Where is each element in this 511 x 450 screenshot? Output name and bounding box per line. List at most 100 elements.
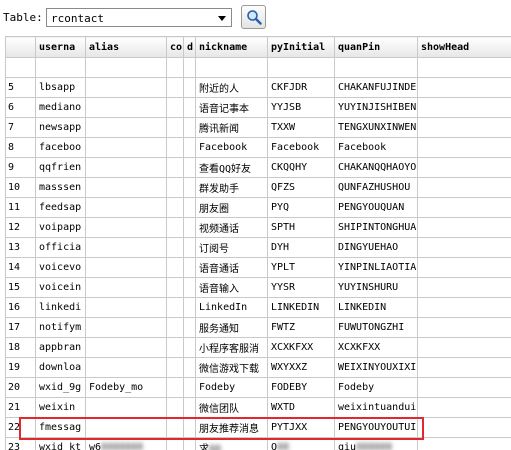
cell-username[interactable]: linkedi <box>35 297 86 318</box>
cell-rownum[interactable]: 21 <box>5 397 36 418</box>
cell-username[interactable]: feedsap <box>35 197 86 218</box>
table-row[interactable]: 9 qqfrien 查看QQ好友 CKQQHY CHAKANQQHAOYO <box>5 157 511 178</box>
cell-showhead[interactable] <box>417 77 511 98</box>
cell-username[interactable]: newsapp <box>35 117 86 138</box>
cell-d[interactable] <box>183 417 196 438</box>
cell-quanpin[interactable]: XCXKFXX <box>334 337 418 358</box>
cell-showhead[interactable] <box>417 357 511 378</box>
cell-username[interactable]: downloa <box>35 357 86 378</box>
cell-d[interactable] <box>183 77 196 98</box>
cell-alias[interactable] <box>85 217 167 238</box>
cell-nickname[interactable]: 查看QQ好友 <box>195 157 268 178</box>
cell-showhead[interactable] <box>417 177 511 198</box>
cell-co[interactable] <box>166 357 184 378</box>
cell-username[interactable]: wxid_9g <box>35 377 86 398</box>
cell-quanpin[interactable]: DINGYUEHAO <box>334 237 418 258</box>
cell-pyinitial[interactable]: WXYXXZ <box>267 357 335 378</box>
cell-d[interactable] <box>183 237 196 258</box>
cell-d[interactable] <box>183 257 196 278</box>
cell-nickname[interactable]: 小程序客服消 <box>195 337 268 358</box>
cell-alias[interactable] <box>85 317 167 338</box>
column-header-userna[interactable]: userna <box>35 36 86 58</box>
cell-showhead[interactable] <box>417 377 511 398</box>
cell-pyinitial[interactable]: DYH <box>267 237 335 258</box>
cell-pyinitial[interactable]: CKQQHY <box>267 157 335 178</box>
cell-alias[interactable] <box>85 97 167 118</box>
cell-quanpin[interactable]: YUYINSHURU <box>334 277 418 298</box>
cell-quanpin[interactable]: SHIPINTONGHUA <box>334 217 418 238</box>
cell-showhead[interactable] <box>417 317 511 338</box>
cell-alias[interactable] <box>85 297 167 318</box>
table-row[interactable]: 17 notifym 服务通知 FWTZ FUWUTONGZHI <box>5 317 511 338</box>
cell-d[interactable] <box>183 437 196 450</box>
cell-username[interactable]: mediano <box>35 97 86 118</box>
cell-rownum[interactable]: 20 <box>5 377 36 398</box>
cell-rownum[interactable]: 5 <box>5 77 36 98</box>
cell-rownum[interactable]: 16 <box>5 297 36 318</box>
cell-username[interactable]: faceboo <box>35 137 86 158</box>
cell-pyinitial[interactable]: TXXW <box>267 117 335 138</box>
cell-nickname[interactable]: 语音通话 <box>195 257 268 278</box>
cell-nickname[interactable]: 朋友圈 <box>195 197 268 218</box>
cell-pyinitial[interactable]: SPTH <box>267 217 335 238</box>
table-row[interactable]: 14 voicevo 语音通话 YPLT YINPINLIAOTIA <box>5 257 511 278</box>
cell-d[interactable] <box>183 177 196 198</box>
cell-nickname[interactable]: 群发助手 <box>195 177 268 198</box>
cell-co[interactable] <box>166 117 184 138</box>
cell-rownum[interactable] <box>5 57 36 78</box>
cell-co[interactable] <box>166 257 184 278</box>
cell-pyinitial[interactable]: PYQ <box>267 197 335 218</box>
table-row[interactable]: 8 faceboo Facebook Facebook Facebook <box>5 137 511 158</box>
table-row[interactable]: 23 wxid_kt w68888888 求88 Q88 qiu888888 <box>5 437 511 450</box>
cell-showhead[interactable] <box>417 397 511 418</box>
cell-pyinitial[interactable]: LINKEDIN <box>267 297 335 318</box>
cell-showhead[interactable] <box>417 417 511 438</box>
column-header-quanPin[interactable]: quanPin <box>334 36 418 58</box>
cell-alias[interactable] <box>85 237 167 258</box>
cell-alias[interactable] <box>85 397 167 418</box>
cell-alias[interactable] <box>85 137 167 158</box>
cell-quanpin[interactable]: Fodeby <box>334 377 418 398</box>
table-row[interactable]: 22 fmessag 朋友推荐消息 PYTJXX PENGYOUYOUTUI <box>5 417 511 438</box>
cell-pyinitial[interactable]: Q88 <box>267 437 335 450</box>
cell-co[interactable] <box>166 57 184 78</box>
cell-nickname[interactable]: Fodeby <box>195 377 268 398</box>
cell-showhead[interactable] <box>417 117 511 138</box>
table-row[interactable]: 5 lbsapp 附近的人 CKFJDR CHAKANFUJINDE <box>5 77 511 98</box>
cell-quanpin[interactable]: Facebook <box>334 137 418 158</box>
cell-nickname[interactable]: 语音输入 <box>195 277 268 298</box>
cell-co[interactable] <box>166 77 184 98</box>
cell-nickname[interactable]: 腾讯新闻 <box>195 117 268 138</box>
cell-rownum[interactable]: 11 <box>5 197 36 218</box>
cell-rownum[interactable]: 10 <box>5 177 36 198</box>
cell-username[interactable]: notifym <box>35 317 86 338</box>
table-row[interactable]: 19 downloa 微信游戏下载 WXYXXZ WEIXINYOUXIXI <box>5 357 511 378</box>
table-row[interactable]: 6 mediano 语音记事本 YYJSB YUYINJISHIBEN <box>5 97 511 118</box>
cell-showhead[interactable] <box>417 217 511 238</box>
column-header-d[interactable]: d <box>183 36 196 58</box>
cell-nickname[interactable]: 视频通话 <box>195 217 268 238</box>
cell-username[interactable]: officia <box>35 237 86 258</box>
column-header-showHead[interactable]: showHead <box>417 36 511 58</box>
cell-alias[interactable] <box>85 417 167 438</box>
cell-showhead[interactable] <box>417 57 511 78</box>
cell-d[interactable] <box>183 97 196 118</box>
cell-alias[interactable] <box>85 177 167 198</box>
cell-alias[interactable] <box>85 337 167 358</box>
cell-alias[interactable]: w68888888 <box>85 437 167 450</box>
cell-quanpin[interactable]: YUYINJISHIBEN <box>334 97 418 118</box>
cell-username[interactable]: masssen <box>35 177 86 198</box>
cell-pyinitial[interactable]: YYSR <box>267 277 335 298</box>
cell-quanpin[interactable]: QUNFAZHUSHOU <box>334 177 418 198</box>
cell-alias[interactable] <box>85 197 167 218</box>
cell-co[interactable] <box>166 317 184 338</box>
table-select[interactable]: rcontact <box>46 8 232 27</box>
cell-nickname[interactable]: 语音记事本 <box>195 97 268 118</box>
cell-nickname[interactable]: 朋友推荐消息 <box>195 417 268 438</box>
table-row[interactable]: 10 masssen 群发助手 QFZS QUNFAZHUSHOU <box>5 177 511 198</box>
cell-d[interactable] <box>183 397 196 418</box>
cell-d[interactable] <box>183 357 196 378</box>
cell-d[interactable] <box>183 137 196 158</box>
cell-rownum[interactable]: 13 <box>5 237 36 258</box>
cell-showhead[interactable] <box>417 277 511 298</box>
